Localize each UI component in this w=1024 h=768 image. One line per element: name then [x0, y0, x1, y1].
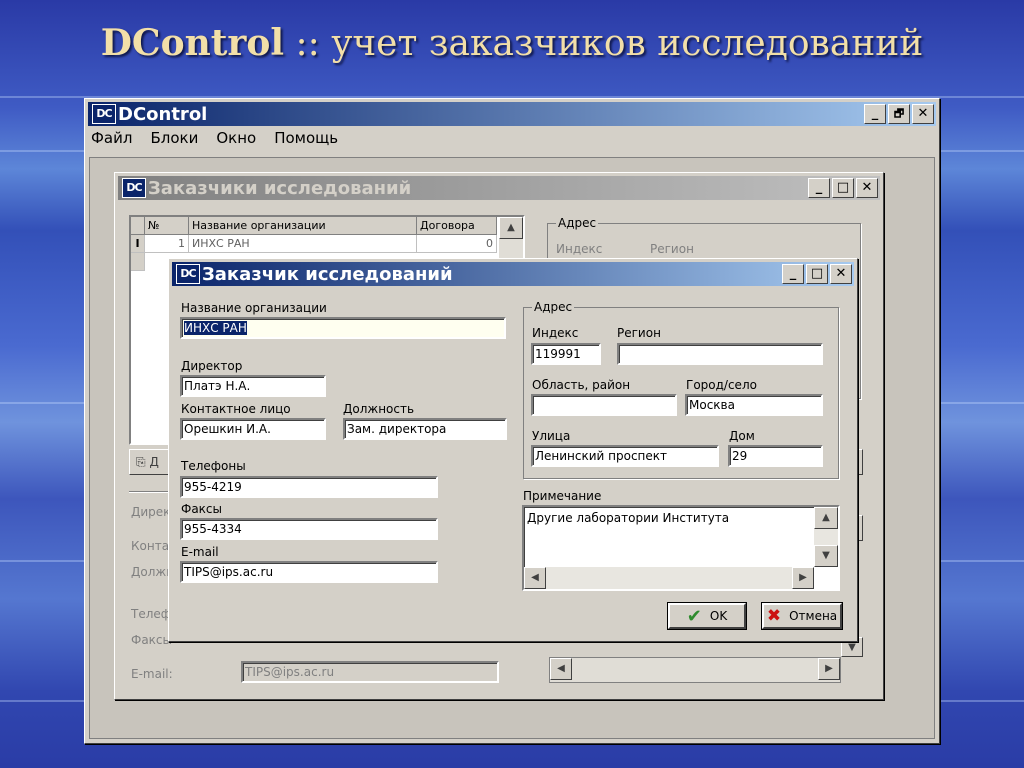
dialog-close-button[interactable]: ✕: [830, 264, 852, 284]
grid-header-contracts[interactable]: Договора: [417, 217, 497, 235]
note-scroll-right-icon[interactable]: ▶: [792, 567, 814, 589]
street-field[interactable]: Ленинский проспект: [531, 445, 719, 467]
region-label: Регион: [617, 326, 661, 340]
main-window-title: DControl: [118, 103, 208, 125]
app-logo-icon: DC: [92, 104, 116, 124]
cancel-button[interactable]: ✖ Отмена: [762, 603, 842, 629]
note-text: Другие лаборатории Института: [527, 511, 730, 525]
org-name-label: Название организации: [181, 301, 327, 315]
org-name-field[interactable]: ИНХС РАН: [180, 317, 506, 339]
email-field[interactable]: TIPS@ips.ac.ru: [180, 561, 438, 583]
dialog-minimize-button[interactable]: _: [782, 264, 804, 284]
note-label: Примечание: [523, 489, 602, 503]
menu-item-help[interactable]: Помощь: [274, 129, 338, 147]
phones-field[interactable]: 955-4219: [180, 476, 438, 498]
district-label: Область, район: [532, 378, 631, 392]
grid-scroll-up-icon[interactable]: ▲: [499, 217, 523, 239]
menu-item-file[interactable]: Файл: [91, 129, 132, 147]
customers-email-label: E-mail:: [131, 667, 173, 681]
position-label: Должность: [343, 402, 415, 416]
note-scroll-down-icon[interactable]: ▼: [814, 545, 838, 567]
address-group: Адрес Индекс Регион 119991 Область, райо…: [523, 300, 839, 479]
customers-phones-label: Телеф: [131, 607, 172, 621]
city-label: Город/село: [686, 378, 757, 392]
table-row-contracts[interactable]: 0: [417, 235, 497, 253]
customers-address-title: Адрес: [556, 216, 599, 230]
menu-bar: Файл Блоки Окно Помощь: [91, 129, 338, 147]
customers-email-field[interactable]: TIPS@ips.ac.ru: [241, 661, 499, 683]
note-scroll-up-icon[interactable]: ▲: [814, 507, 838, 529]
director-field[interactable]: Платэ Н.А.: [180, 375, 326, 397]
row-indicator: I: [131, 235, 145, 253]
house-field[interactable]: 29: [728, 445, 823, 467]
customers-scroll-left-icon[interactable]: ◀: [550, 658, 572, 680]
faxes-field[interactable]: 955-4334: [180, 518, 438, 540]
dialog-logo-icon: DC: [176, 264, 200, 284]
add-customer-label: Д: [149, 455, 159, 469]
house-label: Дом: [729, 429, 755, 443]
phones-label: Телефоны: [181, 459, 246, 473]
faxes-label: Факсы: [181, 502, 223, 516]
main-titlebar[interactable]: DC DControl _ 🗗 ✕: [88, 102, 936, 126]
ok-button[interactable]: ✔ OK: [668, 603, 746, 629]
customer-dialog: DC Заказчик исследований _ □ ✕ Название …: [168, 258, 858, 642]
grid-header-indicator: [131, 217, 145, 235]
district-field[interactable]: [531, 394, 677, 416]
customers-titlebar[interactable]: DC Заказчики исследований _ □ ✕: [118, 176, 880, 200]
street-label: Улица: [532, 429, 571, 443]
index-label: Индекс: [532, 326, 579, 340]
index-field[interactable]: 119991: [531, 343, 601, 365]
address-group-title: Адрес: [532, 300, 575, 314]
checkmark-icon: ✔: [686, 605, 702, 627]
note-scroll-left-icon[interactable]: ◀: [524, 567, 546, 589]
slide-title-brand: DControl: [100, 22, 285, 64]
slide-title-text: учет заказчиков исследований: [331, 23, 924, 64]
note-hscrollbar[interactable]: ◀ ▶: [524, 567, 814, 589]
customers-minimize-button[interactable]: _: [808, 178, 830, 198]
customers-logo-icon: DC: [122, 178, 146, 198]
close-button[interactable]: ✕: [912, 104, 934, 124]
customers-faxes-label: Факсы: [131, 633, 173, 647]
add-document-icon: ⎘: [136, 455, 146, 469]
add-customer-button[interactable]: ⎘ Д: [129, 449, 169, 475]
note-textarea[interactable]: Другие лаборатории Института ▲ ▼ ◀ ▶: [522, 505, 840, 591]
customers-region-label: Регион: [650, 242, 694, 256]
dialog-titlebar[interactable]: DC Заказчик исследований _ □ ✕: [172, 262, 854, 286]
customers-maximize-button[interactable]: □: [832, 178, 854, 198]
cancel-label: Отмена: [789, 609, 838, 623]
email-label: E-mail: [181, 545, 219, 559]
table-row-name[interactable]: ИНХС РАН: [189, 235, 417, 253]
customers-close-button[interactable]: ✕: [856, 178, 878, 198]
restore-button[interactable]: 🗗: [888, 104, 910, 124]
minimize-button[interactable]: _: [864, 104, 886, 124]
customers-note-hscrollbar[interactable]: ◀ ▶: [549, 657, 841, 683]
menu-item-window[interactable]: Окно: [216, 129, 256, 147]
grid-header-name[interactable]: Название организации: [189, 217, 417, 235]
contact-field[interactable]: Орешкин И.А.: [180, 418, 326, 440]
dialog-title: Заказчик исследований: [202, 263, 453, 285]
dialog-maximize-button[interactable]: □: [806, 264, 828, 284]
slide-title-separator: ::: [284, 23, 332, 64]
slide-title: DControl :: учет заказчиков исследований: [0, 22, 1024, 64]
cancel-x-icon: ✖: [766, 606, 782, 626]
org-name-value: ИНХС РАН: [184, 321, 247, 335]
table-row-num[interactable]: 1: [145, 235, 189, 253]
customers-scroll-right-icon[interactable]: ▶: [818, 658, 840, 680]
contact-label: Контактное лицо: [181, 402, 291, 416]
position-field[interactable]: Зам. директора: [343, 418, 507, 440]
menu-item-blocks[interactable]: Блоки: [150, 129, 198, 147]
row-indicator-empty: [131, 253, 145, 271]
customers-window-title: Заказчики исследований: [148, 177, 412, 199]
city-field[interactable]: Москва: [685, 394, 823, 416]
note-vscrollbar[interactable]: ▲ ▼: [814, 507, 838, 567]
ok-label: OK: [709, 609, 728, 623]
director-label: Директор: [181, 359, 243, 373]
grid-header-num[interactable]: №: [145, 217, 189, 235]
region-field[interactable]: [617, 343, 823, 365]
customers-index-label: Индекс: [556, 242, 603, 256]
